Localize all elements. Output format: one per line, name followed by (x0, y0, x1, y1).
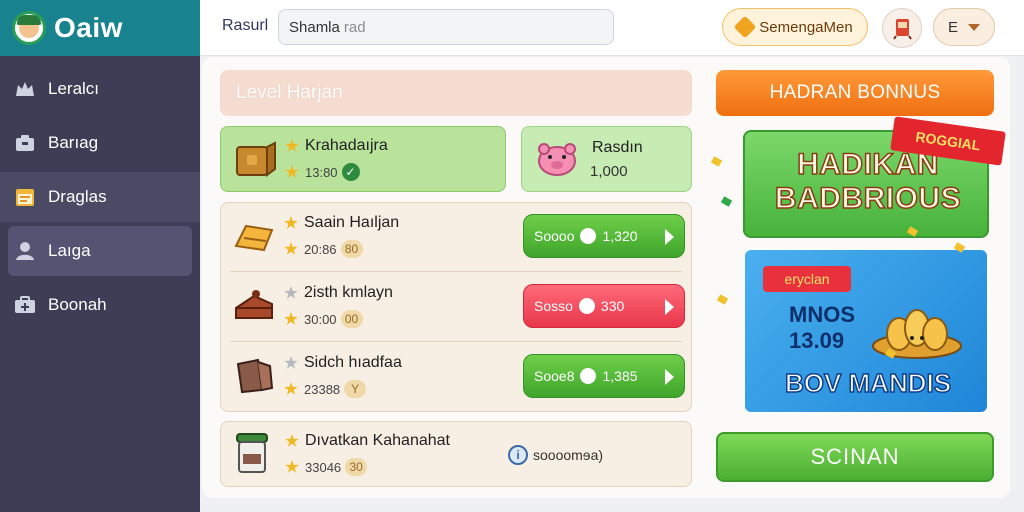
star-icon (285, 434, 299, 447)
search-placeholder: rad (343, 18, 366, 36)
search-value: Shamla (289, 18, 340, 36)
top-bar: Rasurl Shamla rad SemengaMen E (200, 0, 1024, 56)
sidebar-item-2[interactable]: Barıag (8, 118, 192, 168)
star-icon (285, 139, 299, 152)
featured-card-2[interactable]: Rasdın 1,000 (521, 126, 692, 192)
scroll-icon (893, 19, 912, 40)
sidebar-item-3[interactable]: Draglas (0, 172, 200, 222)
star-icon (284, 382, 298, 395)
arrow-right-icon (665, 369, 674, 385)
sidebar: Oaiw Leralcı Barıag Draglas Laıga Boonah (0, 0, 200, 512)
sidebar-item-label: Boonah (48, 295, 107, 314)
bonus-header[interactable]: HADRAN BONNUS (716, 70, 994, 116)
banner-title: HADIKAN BADBRIOUS (774, 147, 962, 216)
star-icon (285, 460, 299, 473)
item-value: 20:86 80 (284, 240, 363, 258)
arrow-right-icon (665, 229, 674, 245)
sidebar-item-label: Draglas (48, 187, 107, 206)
star-icon (284, 356, 298, 369)
sidebar-item-label: Leralcı (48, 79, 100, 98)
crown-icon (14, 78, 36, 100)
star-icon (284, 216, 298, 229)
banner-line-1: MNOS (789, 302, 855, 327)
sidebar-item-label: Laıga (48, 241, 91, 260)
star-icon (285, 165, 299, 178)
item-title: Dıvatkan Kahanahat (285, 432, 450, 450)
scan-button[interactable]: SCINAN (716, 432, 994, 482)
featured-title: Krahadaıjra (285, 137, 388, 155)
item-value: 30:00 00 (284, 310, 363, 328)
info-icon[interactable]: i (508, 445, 528, 465)
buy-button[interactable]: Soooo 1,320 (523, 214, 685, 258)
crate-icon (236, 141, 276, 177)
bread-icon (234, 224, 274, 252)
sidebar-item-1[interactable]: Leralcı (8, 64, 192, 114)
sidebar-item-label: Barıag (48, 133, 99, 152)
chevron-down-icon (968, 23, 980, 31)
level-header: Level Harjan (220, 70, 692, 116)
banner-tag: eryclan (763, 266, 851, 292)
bonus-banner-2[interactable]: eryclan MNOS 13.09 BOV MANDIS (743, 248, 989, 414)
sidebar-item-4[interactable]: Laıga (8, 226, 192, 276)
promo-button[interactable]: SemengaMen (722, 8, 868, 46)
banner-title: BOV MANDIS (784, 367, 952, 399)
featured-card-1[interactable]: Krahadaıjra 13:80 ✓ (220, 126, 506, 192)
featured-value: 13:80 ✓ (285, 163, 360, 181)
check-badge: ✓ (341, 163, 360, 181)
snack-bowl-icon (872, 309, 962, 359)
coin-icon (580, 368, 597, 384)
buy-button[interactable]: Sosso 330 (523, 284, 685, 328)
banner-line-2: 13.09 (789, 328, 845, 353)
box-icon (14, 132, 36, 154)
item-value: 23388 Y (284, 380, 367, 398)
sidebar-nav: Leralcı Barıag Draglas Laıga Boonah (0, 56, 200, 330)
language-dropdown-label: E (947, 18, 958, 36)
item-title: Saain Haıljan (284, 214, 399, 232)
brand-logo-icon (12, 11, 46, 45)
brand-name: Oaiw (54, 12, 123, 43)
promo-button-label: SemengaMen (759, 18, 853, 36)
sidebar-item-5[interactable]: Boonah (8, 280, 192, 330)
featured-title: Rasdın (592, 139, 643, 156)
gem-icon (578, 298, 595, 314)
list-item[interactable]: Dıvatkan Kahanahat 33046 30 (220, 421, 692, 487)
item-value: 33046 30 (285, 458, 368, 476)
medkit-icon (14, 294, 36, 316)
cake-icon (235, 290, 273, 319)
search-input[interactable]: Shamla rad (278, 9, 614, 45)
star-icon (284, 242, 298, 255)
featured-value: 1,000 (590, 163, 628, 180)
tag-icon (733, 15, 757, 39)
top-label: Rasurl (222, 17, 269, 34)
user-icon (14, 240, 36, 262)
brand[interactable]: Oaiw (0, 0, 200, 56)
coin-icon (580, 228, 597, 244)
jar-icon (236, 433, 268, 473)
arrow-right-icon (665, 299, 674, 315)
buy-button[interactable]: Sooe8 1,385 (523, 354, 685, 398)
pig-icon (538, 143, 576, 176)
star-icon (284, 312, 298, 325)
star-icon (284, 286, 298, 299)
leather-icon (236, 358, 274, 394)
item-title: 2isth kmlayn (284, 284, 393, 302)
item-title: Sidch hıadfaa (284, 354, 402, 372)
calendar-icon (14, 186, 36, 208)
language-dropdown[interactable]: E (933, 8, 995, 46)
info-text: soooomɘa) (533, 447, 604, 463)
notification-button[interactable] (882, 8, 922, 48)
